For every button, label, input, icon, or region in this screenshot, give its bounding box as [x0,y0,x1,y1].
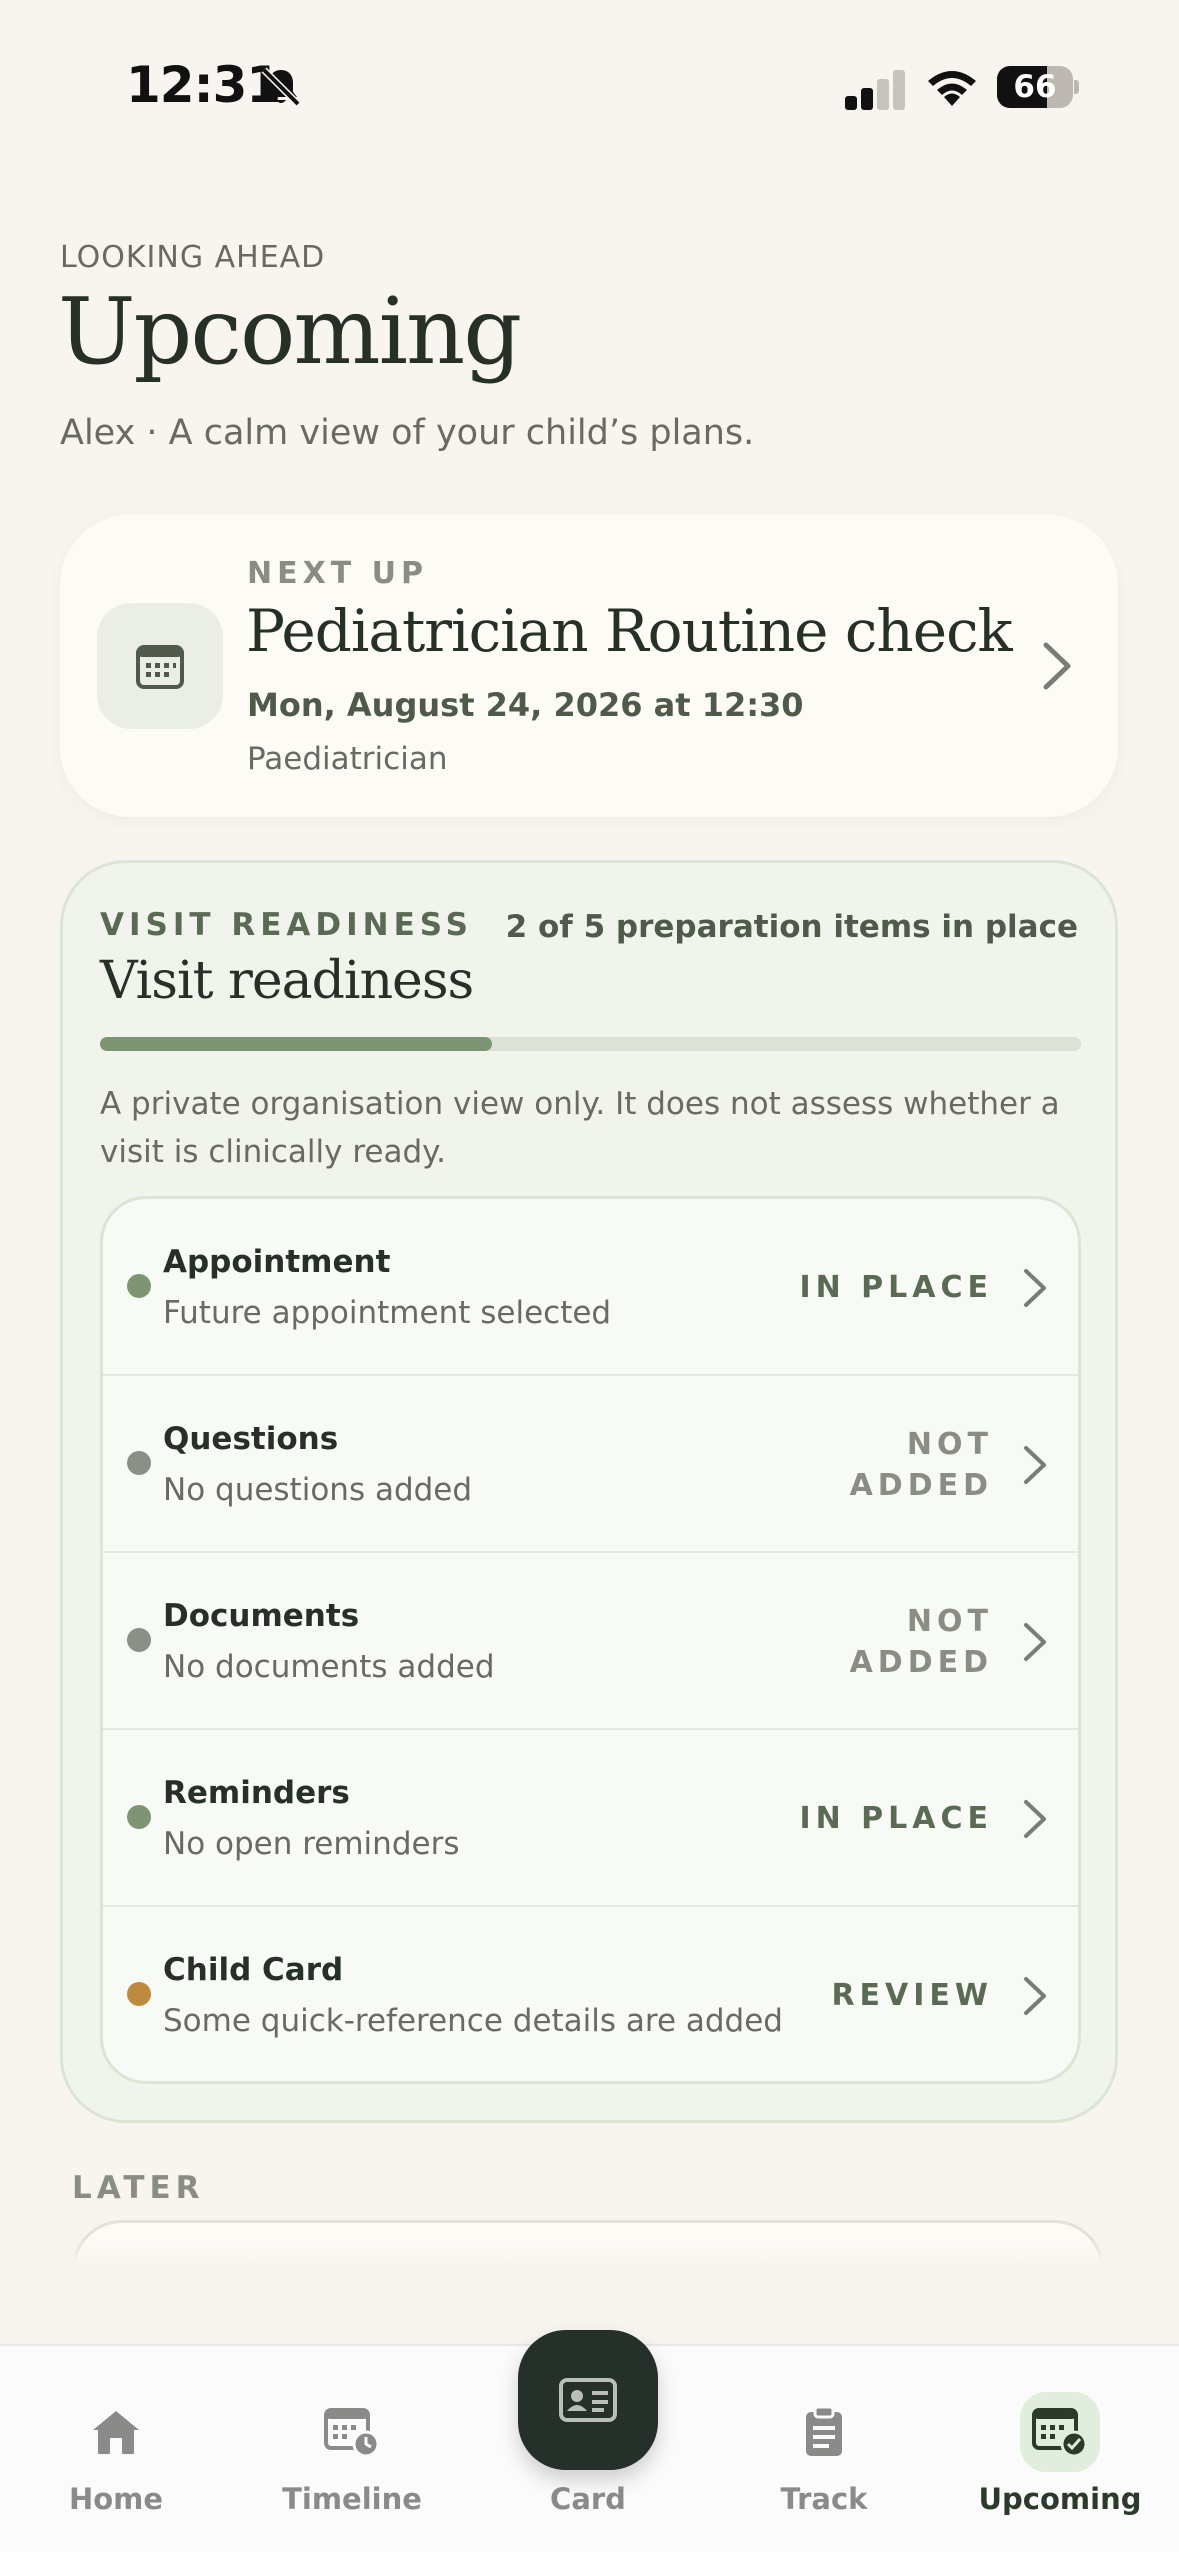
checklist-item-reminders[interactable]: Reminders No open reminders IN PLACE [103,1730,1078,1907]
chevron-right-icon [1024,1800,1046,1838]
next-appointment-title: Pediatrician Routine check [246,597,1013,665]
next-appointment-datetime: Mon, August 24, 2026 at 12:30 [247,686,804,724]
next-appointment-icon-tile [97,603,223,729]
tab-card[interactable]: Card [488,2330,688,2552]
tab-home[interactable]: Home [16,2346,216,2552]
calendar-check-icon [1020,2392,1100,2472]
id-card-icon [518,2330,658,2470]
chevron-right-icon [1043,642,1071,690]
readiness-count: 2 of 5 preparation items in place [505,909,1078,945]
cellular-signal-icon [845,70,905,110]
checklist-item-description: No documents added [163,1649,495,1685]
next-up-label: NEXT UP [247,556,428,591]
checklist-item-label: Reminders [163,1775,350,1811]
page-eyebrow: LOOKING AHEAD [60,240,326,275]
tab-label: Home [68,2482,164,2516]
chevron-right-icon [1024,1977,1046,2015]
checklist-item-status: NOT ADDED [849,1603,993,1680]
bell-muted-icon [261,67,301,107]
calendar-icon [136,645,184,689]
checklist-item-appointment[interactable]: Appointment Future appointment selected … [103,1199,1078,1376]
checklist-item-description: Future appointment selected [163,1295,612,1331]
next-appointment-card[interactable]: NEXT UP Pediatrician Routine check Mon, … [60,515,1118,817]
later-section-heading: LATER [72,2170,205,2206]
tab-label: Card [550,2482,626,2516]
checklist-item-questions[interactable]: Questions No questions added NOT ADDED [103,1376,1078,1553]
tab-label: Track [780,2482,868,2516]
wifi-icon [928,71,976,106]
status-dot [127,1274,151,1298]
page-title: Upcoming [58,278,522,385]
tab-upcoming[interactable]: Upcoming [960,2346,1160,2552]
readiness-eyebrow: VISIT READINESS [100,907,474,943]
clipboard-icon [784,2392,864,2472]
chevron-right-icon [1024,1269,1046,1307]
chevron-right-icon [1024,1446,1046,1484]
status-dot [127,1451,151,1475]
checklist-item-label: Questions [163,1421,339,1457]
home-icon [76,2392,156,2472]
readiness-note: A private organisation view only. It doe… [100,1086,1060,1170]
checklist-item-status: IN PLACE [799,1270,993,1305]
checklist-item-status: IN PLACE [799,1801,993,1836]
status-dot [127,1805,151,1829]
tab-timeline[interactable]: Timeline [252,2346,452,2552]
checklist-item-description: Some quick-reference details are added [163,2003,783,2039]
checklist-item-label: Appointment [163,1244,391,1280]
checklist-item-status: NOT ADDED [849,1426,993,1503]
checklist-item-child-card[interactable]: Child Card Some quick-reference details … [103,1907,1078,2081]
status-dot [127,1628,151,1652]
visit-readiness-card: VISIT READINESS 2 of 5 preparation items… [60,860,1118,2123]
tab-bar: Home Timeline Card Track Upcoming [0,2330,1179,2552]
checklist-item-label: Documents [163,1598,360,1634]
tab-label: Upcoming [978,2482,1142,2516]
checklist-item-description: No questions added [163,1472,473,1508]
readiness-title: Visit readiness [100,951,474,1011]
readiness-checklist: Appointment Future appointment selected … [100,1196,1081,2084]
battery-indicator: 66 [997,66,1079,108]
tab-track[interactable]: Track [724,2346,924,2552]
status-dot [127,1982,151,2006]
checklist-item-description: No open reminders [163,1826,460,1862]
checklist-item-label: Child Card [163,1952,344,1988]
next-appointment-provider: Paediatrician [247,741,448,777]
readiness-progress-bar [100,1037,1081,1051]
page-subtitle: Alex · A calm view of your child’s plans… [60,413,755,453]
readiness-progress-fill [100,1037,493,1051]
calendar-clock-icon [312,2392,392,2472]
battery-percent: 66 [1013,69,1057,105]
checklist-item-status: REVIEW [831,1978,993,2013]
chevron-right-icon [1024,1623,1046,1661]
checklist-item-documents[interactable]: Documents No documents added NOT ADDED [103,1553,1078,1730]
status-bar: 12:31 66 [0,0,1179,150]
tab-label: Timeline [282,2482,422,2516]
